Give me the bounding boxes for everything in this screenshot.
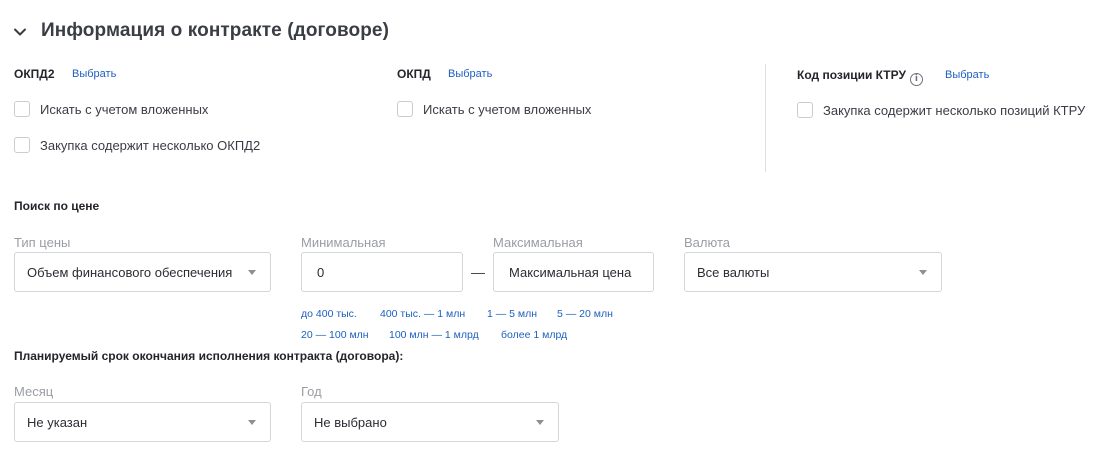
month-select[interactable]: Не указан	[14, 402, 271, 442]
okpd-nested-checkbox-row[interactable]: Искать с учетом вложенных	[397, 101, 591, 117]
max-price-input[interactable]	[509, 264, 653, 280]
okpd2-nested-checkbox[interactable]	[14, 101, 30, 117]
month-label: Месяц	[14, 384, 54, 399]
okpd2-nested-label: Искать с учетом вложенных	[40, 101, 209, 117]
range-dash: —	[471, 264, 485, 280]
price-preset-link[interactable]: до 400 тыс.	[301, 308, 357, 320]
chevron-down-icon[interactable]	[12, 24, 28, 40]
max-price-label: Максимальная	[493, 235, 583, 250]
price-type-select[interactable]: Объем финансового обеспечения	[14, 252, 271, 292]
ktru-multiple-label: Закупка содержит несколько позиций КТРУ	[823, 102, 1086, 118]
caret-down-icon	[919, 269, 927, 275]
caret-down-icon	[248, 269, 256, 275]
min-price-input[interactable]	[317, 264, 462, 280]
okpd-choose-link[interactable]: Выбрать	[448, 68, 492, 80]
caret-down-icon	[248, 419, 256, 425]
price-preset-link[interactable]: 20 — 100 млн	[301, 329, 369, 341]
price-preset-link[interactable]: 100 млн — 1 млрд	[389, 329, 479, 341]
ktru-choose-link[interactable]: Выбрать	[945, 69, 989, 81]
okpd2-nested-checkbox-row[interactable]: Искать с учетом вложенных	[14, 101, 208, 117]
year-select[interactable]: Не выбрано	[301, 402, 559, 442]
currency-select[interactable]: Все валюты	[684, 252, 942, 292]
currency-label: Валюта	[684, 235, 730, 250]
okpd2-multiple-checkbox[interactable]	[14, 137, 30, 153]
okpd2-multiple-checkbox-row[interactable]: Закупка содержит несколько ОКПД2	[14, 137, 260, 153]
year-label: Год	[301, 384, 322, 399]
okpd-nested-checkbox[interactable]	[397, 101, 413, 117]
max-price-field[interactable]	[493, 252, 654, 292]
month-value: Не указан	[27, 414, 88, 430]
okpd2-label: ОКПД2	[14, 67, 55, 81]
section-title: Информация о контракте (договоре)	[41, 20, 390, 41]
ktru-label-row: Код позиции КТРУ i	[797, 68, 923, 86]
price-section-title: Поиск по цене	[14, 199, 100, 213]
okpd-nested-label: Искать с учетом вложенных	[423, 101, 592, 117]
min-price-field[interactable]	[301, 252, 463, 292]
deadline-section-title: Планируемый срок окончания исполнения ко…	[14, 349, 404, 363]
okpd-label: ОКПД	[397, 67, 431, 81]
price-preset-link[interactable]: 1 — 5 млн	[487, 308, 537, 320]
ktru-multiple-checkbox-row[interactable]: Закупка содержит несколько позиций КТРУ	[797, 102, 1085, 118]
price-preset-link[interactable]: более 1 млрд	[501, 329, 567, 341]
price-preset-link[interactable]: 5 — 20 млн	[557, 308, 613, 320]
currency-value: Все валюты	[697, 264, 770, 280]
year-value: Не выбрано	[314, 414, 387, 430]
column-divider	[765, 64, 766, 172]
price-preset-link[interactable]: 400 тыс. — 1 млн	[380, 308, 465, 320]
min-price-label: Минимальная	[301, 235, 386, 250]
ktru-multiple-checkbox[interactable]	[797, 102, 813, 118]
okpd2-choose-link[interactable]: Выбрать	[72, 68, 116, 80]
price-type-value: Объем финансового обеспечения	[27, 264, 233, 280]
info-icon[interactable]: i	[909, 72, 923, 86]
okpd2-multiple-label: Закупка содержит несколько ОКПД2	[40, 137, 261, 153]
ktru-label: Код позиции КТРУ	[797, 68, 906, 82]
caret-down-icon	[536, 419, 544, 425]
price-type-label: Тип цены	[14, 235, 71, 250]
